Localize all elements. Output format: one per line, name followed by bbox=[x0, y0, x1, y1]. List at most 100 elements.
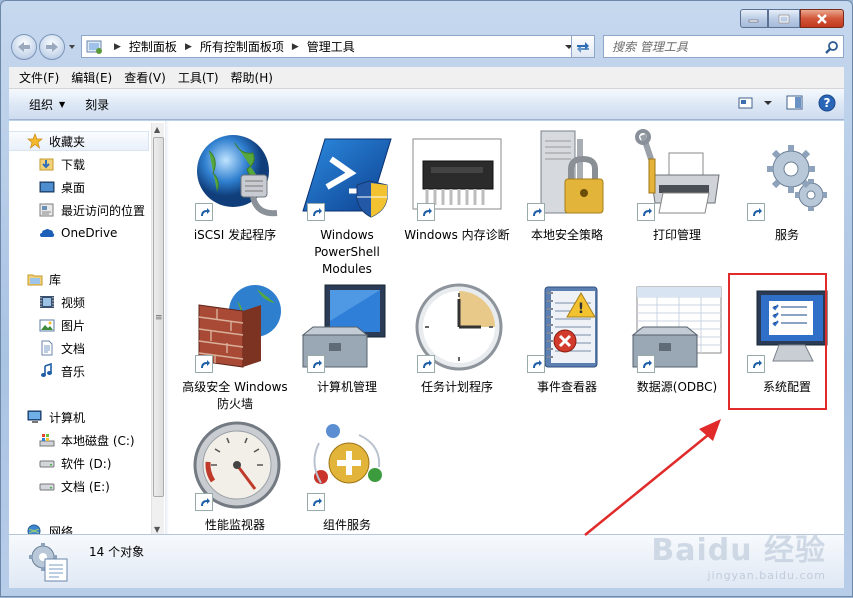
breadcrumb-all-items[interactable]: 所有控制面板项 bbox=[196, 38, 288, 55]
chevron-down-icon: ▼ bbox=[59, 99, 66, 109]
burn-button[interactable]: 刻录 bbox=[75, 96, 119, 113]
svg-text:!: ! bbox=[578, 301, 584, 317]
nav-music[interactable]: 音乐 bbox=[39, 361, 85, 381]
item-firewall[interactable]: 高级安全 Windows 防火墙 bbox=[181, 281, 289, 413]
breadcrumb-control-panel[interactable]: 控制面板 bbox=[125, 38, 181, 55]
nav-desktop[interactable]: 桌面 bbox=[39, 177, 85, 197]
item-task-scheduler[interactable]: 任务计划程序 bbox=[403, 281, 511, 396]
back-button[interactable] bbox=[11, 34, 37, 60]
breadcrumb-admin-tools[interactable]: 管理工具 bbox=[303, 38, 359, 55]
firewall-icon bbox=[187, 281, 283, 377]
event-log-icon: ! bbox=[519, 281, 615, 377]
nav-onedrive[interactable]: OneDrive bbox=[39, 223, 117, 243]
organize-label: 组织 bbox=[29, 97, 54, 112]
organize-button[interactable]: 组织 ▼ bbox=[19, 96, 75, 113]
scroll-down-icon[interactable]: ▼ bbox=[154, 525, 160, 534]
nav-onedrive-label: OneDrive bbox=[61, 226, 118, 240]
nav-computer[interactable]: 计算机 bbox=[27, 407, 85, 427]
chevron-right-icon[interactable]: ▶ bbox=[288, 42, 303, 52]
item-label: 性能监视器 bbox=[204, 518, 265, 532]
nav-computer-label: 计算机 bbox=[49, 410, 86, 425]
item-iscsi[interactable]: iSCSI 发起程序 bbox=[181, 129, 289, 244]
shortcut-arrow-icon bbox=[307, 355, 325, 373]
menu-edit[interactable]: 编辑(E) bbox=[65, 69, 118, 86]
forward-button[interactable] bbox=[39, 34, 65, 60]
search-icon[interactable] bbox=[821, 40, 843, 54]
svg-text:?: ? bbox=[824, 96, 831, 110]
maximize-button[interactable] bbox=[768, 9, 800, 28]
server-lock-icon bbox=[519, 129, 615, 225]
nav-drive-d[interactable]: 软件 (D:) bbox=[39, 453, 111, 473]
nav-desktop-label: 桌面 bbox=[61, 180, 86, 195]
item-label: 打印管理 bbox=[652, 228, 701, 242]
menu-file[interactable]: 文件(F) bbox=[13, 69, 65, 86]
shortcut-arrow-icon bbox=[637, 203, 655, 221]
nav-documents-label: 文档 bbox=[61, 341, 86, 356]
recent-pages-dropdown-icon[interactable] bbox=[67, 42, 77, 52]
hard-drive-icon bbox=[39, 460, 55, 468]
minimize-button[interactable] bbox=[740, 9, 768, 28]
watermark-url: jingyan.baidu.com bbox=[707, 569, 826, 582]
item-event-viewer[interactable]: ! 事件查看器 bbox=[513, 281, 621, 396]
item-label: 高级安全 Windows 防火墙 bbox=[182, 380, 288, 411]
item-label: 任务计划程序 bbox=[420, 380, 493, 394]
nav-libraries[interactable]: 库 bbox=[27, 269, 61, 289]
nav-scrollbar[interactable]: ▲ ≡ ▼ bbox=[151, 123, 164, 534]
chevron-down-icon bbox=[764, 101, 772, 105]
component-services-icon bbox=[299, 419, 395, 515]
star-icon bbox=[27, 133, 43, 149]
scroll-up-icon[interactable]: ▲ bbox=[154, 125, 160, 134]
address-bar[interactable]: ▶ 控制面板 ▶ 所有控制面板项 ▶ 管理工具 bbox=[81, 35, 577, 58]
help-icon[interactable]: ? bbox=[818, 94, 836, 112]
nav-favorites[interactable]: 收藏夹 bbox=[9, 131, 149, 151]
preview-pane-icon[interactable] bbox=[786, 95, 804, 111]
nav-videos[interactable]: 视频 bbox=[39, 292, 85, 312]
watermark-logo: Baidu 经验 bbox=[651, 533, 826, 568]
change-view-button[interactable] bbox=[738, 96, 772, 110]
item-local-security-policy[interactable]: 本地安全策略 bbox=[513, 129, 621, 244]
nav-downloads-label: 下载 bbox=[61, 157, 86, 172]
nav-libraries-label: 库 bbox=[49, 272, 62, 287]
downloads-folder-icon bbox=[39, 158, 54, 171]
nav-downloads[interactable]: 下载 bbox=[39, 154, 85, 174]
nav-pictures[interactable]: 图片 bbox=[39, 315, 85, 335]
recent-places-icon bbox=[39, 203, 54, 217]
menu-tools[interactable]: 工具(T) bbox=[172, 69, 225, 86]
item-services[interactable]: 服务 bbox=[733, 129, 841, 244]
shortcut-arrow-icon bbox=[417, 203, 435, 221]
shortcut-arrow-icon bbox=[637, 355, 655, 373]
item-label: 本地安全策略 bbox=[530, 228, 603, 242]
address-row: ▶ 控制面板 ▶ 所有控制面板项 ▶ 管理工具 bbox=[9, 34, 844, 60]
item-label: Windows PowerShell Modules bbox=[314, 228, 380, 276]
search-box bbox=[603, 35, 844, 58]
chevron-right-icon[interactable]: ▶ bbox=[181, 42, 196, 52]
refresh-button[interactable] bbox=[571, 35, 595, 58]
chevron-right-icon[interactable]: ▶ bbox=[110, 42, 125, 52]
back-arrow-icon bbox=[18, 42, 30, 52]
shortcut-arrow-icon bbox=[195, 493, 213, 511]
nav-recent-places-label: 最近访问的位置 bbox=[61, 203, 146, 218]
globe-cable-icon bbox=[187, 129, 283, 225]
shortcut-arrow-icon bbox=[307, 493, 325, 511]
nav-documents[interactable]: 文档 bbox=[39, 338, 85, 358]
item-odbc[interactable]: 数据源(ODBC) bbox=[623, 281, 731, 396]
item-performance-monitor[interactable]: 性能监视器 bbox=[181, 419, 289, 534]
item-computer-management[interactable]: 计算机管理 bbox=[293, 281, 401, 396]
item-memory-diagnostic[interactable]: Windows 内存诊断 bbox=[403, 129, 511, 244]
item-powershell-modules[interactable]: Windows PowerShell Modules bbox=[293, 129, 401, 278]
item-component-services[interactable]: 组件服务 bbox=[293, 419, 401, 534]
menu-view[interactable]: 查看(V) bbox=[118, 69, 172, 86]
gears-icon bbox=[739, 129, 835, 225]
nav-drive-c[interactable]: 本地磁盘 (C:) bbox=[39, 430, 135, 450]
nav-drive-e[interactable]: 文档 (E:) bbox=[39, 476, 110, 496]
minimize-icon bbox=[748, 19, 759, 22]
menu-help[interactable]: 帮助(H) bbox=[225, 69, 279, 86]
nav-favorites-label: 收藏夹 bbox=[49, 134, 86, 149]
pane-splitter[interactable] bbox=[165, 121, 169, 534]
scroll-grip-icon: ≡ bbox=[155, 313, 163, 323]
nav-recent-places[interactable]: 最近访问的位置 bbox=[39, 200, 145, 220]
search-input[interactable] bbox=[612, 39, 821, 54]
item-print-management[interactable]: 打印管理 bbox=[623, 129, 731, 244]
close-button[interactable] bbox=[800, 9, 844, 28]
shortcut-arrow-icon bbox=[195, 203, 213, 221]
